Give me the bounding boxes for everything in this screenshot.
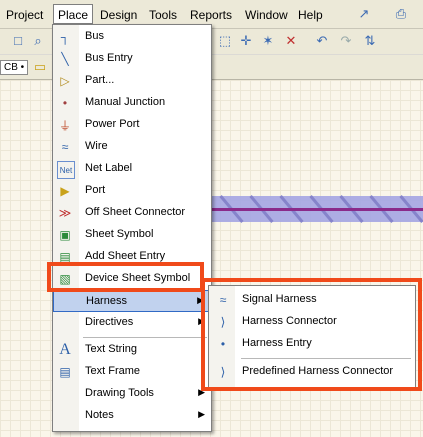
menu-reports[interactable]: Reports	[190, 7, 232, 23]
junction-icon: •	[62, 96, 68, 110]
bus-icon: ┐	[60, 30, 70, 44]
align-icon[interactable]: ✶	[260, 33, 276, 49]
menu-item-sheet-symbol[interactable]: ▣ Sheet Symbol	[53, 224, 211, 246]
place-menu: ┐ Bus ╲ Bus Entry ▷ Part... • Manual Junctio…	[52, 24, 212, 432]
menu-place[interactable]: Place	[53, 4, 93, 24]
harness-line	[210, 208, 423, 211]
menu-item-directives[interactable]: Directives ▶	[53, 312, 211, 334]
menu-item-bus-entry[interactable]: ╲ Bus Entry	[53, 48, 211, 70]
wire-icon: ≈	[61, 140, 69, 154]
text-string-icon: A	[59, 341, 71, 358]
device-sheet-symbol-callout	[47, 262, 204, 292]
undo-icon[interactable]: ↶	[314, 33, 330, 49]
clear-filter-icon[interactable]: ✕	[283, 33, 299, 49]
part-icon: ▷	[60, 74, 70, 88]
printer-icon[interactable]: ⎙	[393, 6, 409, 22]
menu-item-drawing-tools[interactable]: Drawing Tools ▶	[53, 383, 211, 405]
menu-separator	[83, 337, 207, 338]
off-sheet-connector-icon: ≫	[58, 206, 72, 220]
menu-project[interactable]: Project	[6, 7, 43, 23]
zoom-fit-icon[interactable]: □	[10, 33, 26, 49]
menu-item-notes[interactable]: Notes ▶	[53, 405, 211, 427]
menu-help[interactable]: Help	[298, 7, 323, 23]
menu-window[interactable]: Window	[245, 7, 288, 23]
zoom-area-icon[interactable]: ⌕	[30, 33, 46, 49]
bus-entry-icon: ╲	[61, 52, 69, 66]
menu-item-wire[interactable]: ≈ Wire	[53, 136, 211, 158]
select-area-icon[interactable]: ⬚	[217, 33, 233, 49]
document-selector[interactable]: CB •	[0, 60, 29, 75]
menu-item-manual-junction[interactable]: • Manual Junction	[53, 92, 211, 114]
chart-icon[interactable]: ↗	[356, 6, 372, 22]
menu-item-power-port[interactable]: ⏚ Power Port	[53, 114, 211, 136]
port-icon: ▶	[60, 184, 70, 198]
menu-item-bus[interactable]: ┐ Bus	[53, 26, 211, 48]
move-icon[interactable]: ✛	[238, 33, 254, 49]
folder-icon[interactable]: ▭	[32, 59, 48, 75]
submenu-arrow-icon: ▶	[198, 409, 205, 419]
harness-submenu-callout	[201, 278, 422, 391]
menu-design[interactable]: Design	[100, 7, 137, 23]
menu-item-harness[interactable]: Harness ▶	[53, 290, 211, 312]
menu-tools[interactable]: Tools	[149, 7, 177, 23]
menu-item-off-sheet-connector[interactable]: ≫ Off Sheet Connector	[53, 202, 211, 224]
sheet-symbol-icon: ▣	[59, 228, 71, 242]
menu-item-text-string[interactable]: A Text String	[53, 339, 211, 361]
power-port-icon: ⏚	[58, 118, 71, 133]
net-label-icon: Net	[57, 161, 75, 179]
menu-item-part[interactable]: ▷ Part...	[53, 70, 211, 92]
redo-icon[interactable]: ↷	[338, 33, 354, 49]
cross-probe-icon[interactable]: ⇅	[362, 33, 378, 49]
menu-item-port[interactable]: ▶ Port	[53, 180, 211, 202]
menu-item-text-frame[interactable]: ▤ Text Frame	[53, 361, 211, 383]
text-frame-icon: ▤	[59, 365, 71, 379]
menu-item-net-label[interactable]: Net Net Label	[53, 158, 211, 180]
